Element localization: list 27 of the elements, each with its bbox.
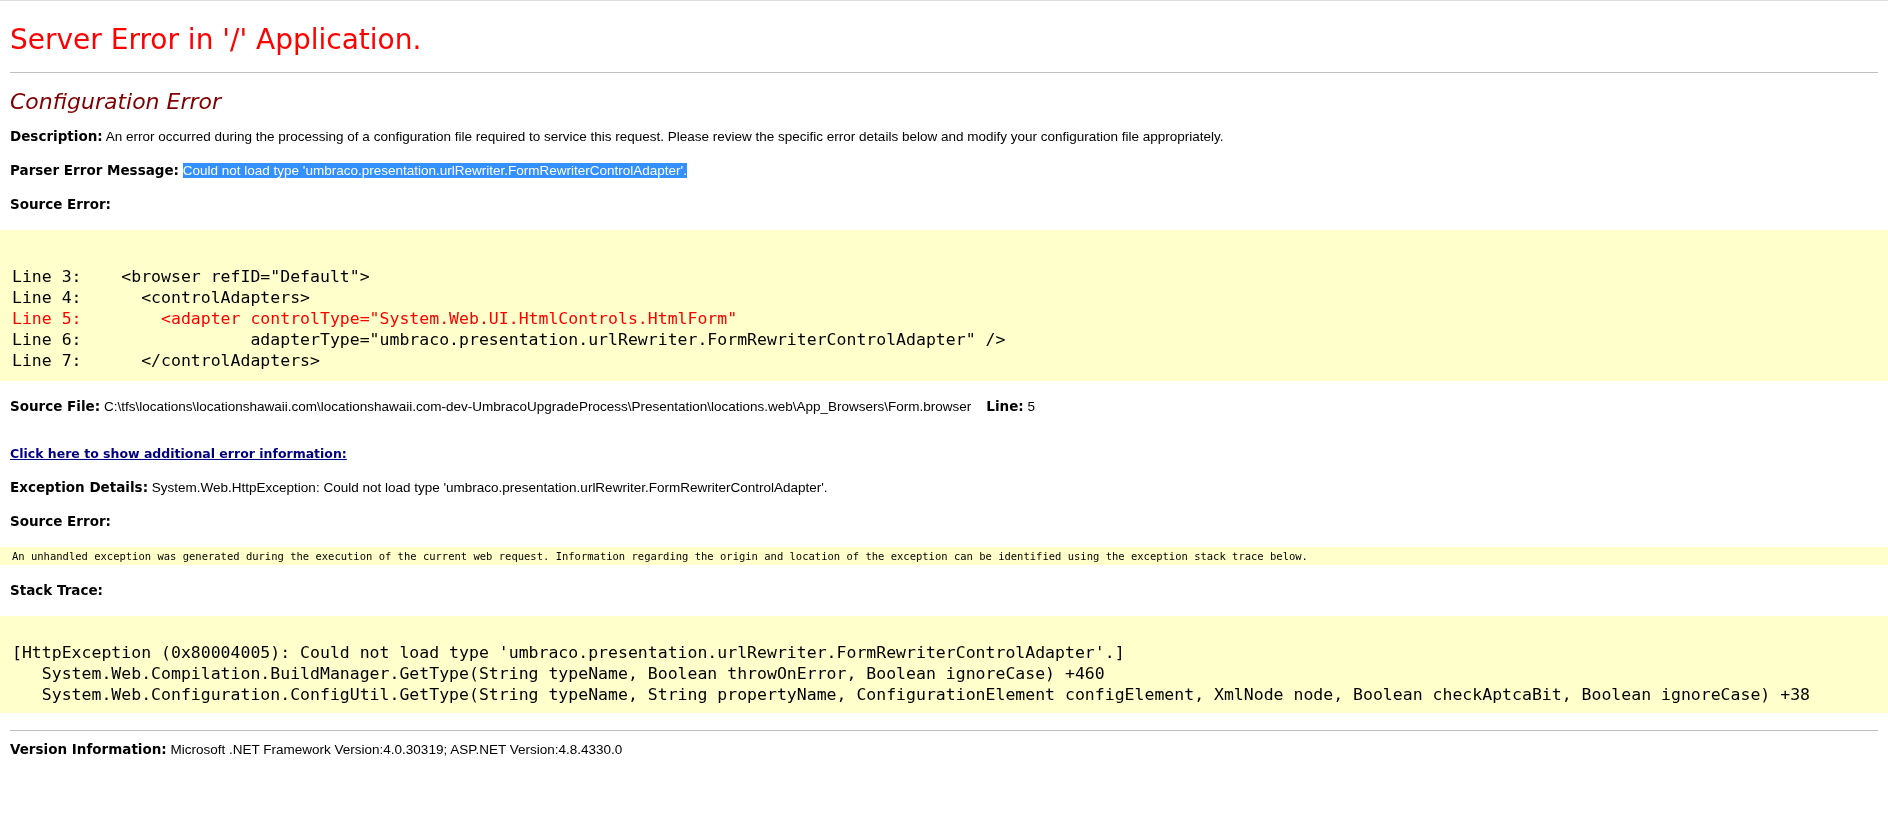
section-heading: Source Error: <box>10 513 111 529</box>
field-label: Source File: <box>10 398 101 414</box>
stack-trace-line: [HttpException (0x80004005): Could not load type 'umbraco.presentation.urlRewriter.FormRewriterControlAdapter'.] <box>12 642 1126 663</box>
field-label: Line: <box>986 398 1024 414</box>
page-title: Server Error in '/' Application. <box>10 23 423 56</box>
stack-trace-line: System.Web.Configuration.ConfigUtil.GetType(String typeName, String propertyName, ConfigurationElement configElement, XmlNode node, Boolean checkAptcaBit, Boolean ignoreCase) +38 <box>40 684 1812 705</box>
exception-text: System.Web.HttpException: Could not load type 'umbraco.presentation.urlRewriter.FormRewriterControlAdapter'. <box>151 480 828 495</box>
section-heading: Stack Trace: <box>10 582 104 598</box>
line-number: 5 <box>1027 399 1035 414</box>
field-label: Exception Details: <box>10 479 149 495</box>
code-line: Line 7: </controlAdapters> <box>12 350 321 371</box>
code-line: Line 5: <adapter controlType="System.Web.UI.HtmlControls.HtmlForm" <box>12 308 739 329</box>
error-heading: Configuration Error <box>10 89 223 114</box>
more-info-link[interactable]: Click here to show additional error information: <box>10 446 347 461</box>
field-label: Parser Error Message: <box>10 162 179 178</box>
code-line: Line 3: <browser refID="Default"> <box>12 266 371 287</box>
version-text: Microsoft .NET Framework Version:4.0.30319; ASP.NET Version:4.8.4330.0 <box>170 742 623 757</box>
code-line: Line 4: <controlAdapters> <box>12 287 311 308</box>
description-text: An error occurred during the processing of a configuration file required to service this request. Please review the specific error details below and modify your configuration file appropriately. <box>105 129 1224 144</box>
stack-trace-line: System.Web.Compilation.BuildManager.GetType(String typeName, Boolean throwOnError, Boolean ignoreCase) +460 <box>40 663 1106 684</box>
error-message: Could not load type 'umbraco.presentation.urlRewriter.FormRewriterControlAdapter'. <box>182 163 687 178</box>
field-label: Version Information: <box>10 741 167 757</box>
file-path: C:\tfs\locations\locationshawaii.com\locationshawaii.com-dev-UmbracoUpgradeProcess\Presentation\locations.web\App_Browsers\Form.browser <box>103 399 972 414</box>
section-heading: Source Error: <box>10 196 111 212</box>
field-label: Description: <box>10 128 103 144</box>
unhandled-message: An unhandled exception was generated during the execution of the current web request. Information regarding the origin and location of the exception can be identified using the exception stack trace below. <box>0 547 1888 565</box>
code-line: Line 6: adapterType="umbraco.presentation.urlRewriter.FormRewriterControlAdapter" /> <box>12 329 1007 350</box>
